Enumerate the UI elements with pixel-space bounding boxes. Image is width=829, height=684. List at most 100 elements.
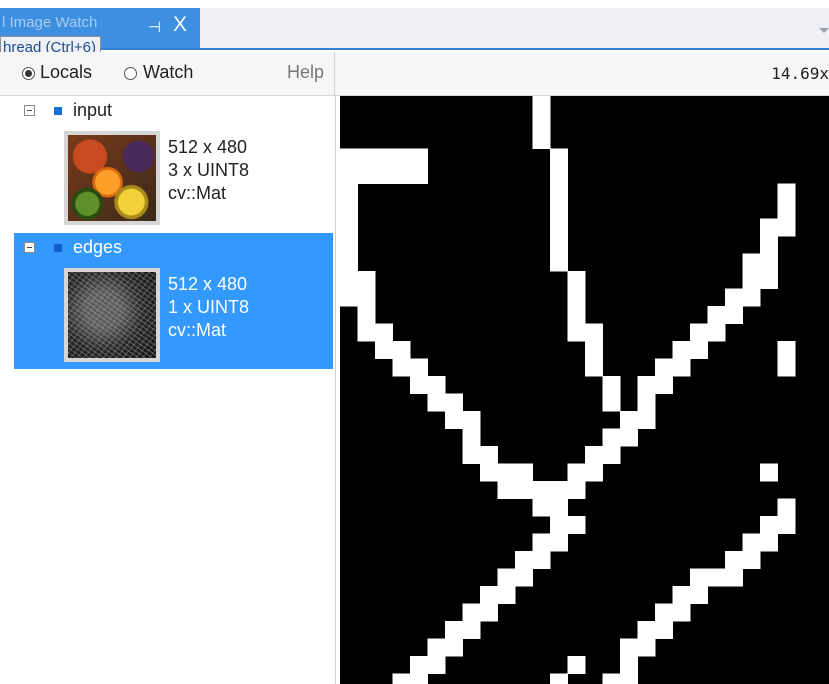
- item-type: 3 x UINT8: [168, 160, 250, 180]
- edge-pixel: [375, 166, 393, 184]
- item-name: input: [73, 100, 113, 120]
- edge-pixel: [760, 533, 778, 552]
- edge-pixel: [392, 673, 411, 684]
- chevron-down-icon[interactable]: [819, 28, 829, 33]
- edge-pixel: [375, 323, 393, 342]
- edge-pixel: [777, 341, 796, 359]
- edge-pixel: [637, 393, 656, 412]
- edge-pixel: [725, 568, 743, 587]
- locals-radio[interactable]: [22, 67, 35, 80]
- edge-pixel: [532, 551, 551, 569]
- edge-pixel: [445, 638, 463, 657]
- tab-bar: l Image Watch ⊣ X: [0, 8, 829, 50]
- edge-pixel: [532, 533, 551, 552]
- edge-pixel: [585, 446, 603, 464]
- edge-pixel: [480, 586, 498, 604]
- edge-pixel: [550, 533, 568, 552]
- edge-pixel: [585, 463, 603, 482]
- edge-pixel: [672, 358, 691, 377]
- edge-pixel: [462, 428, 481, 447]
- list-item-edges[interactable]: edges 512 x 480 1 x UINT8 cv::Mat: [14, 233, 333, 369]
- edge-pixel: [725, 551, 743, 569]
- edge-pixel: [742, 288, 761, 307]
- edge-pixel: [410, 166, 428, 184]
- edge-pixel: [462, 446, 481, 464]
- edge-pixel: [620, 428, 638, 447]
- edge-pixel: [550, 516, 568, 534]
- edge-pixel: [777, 218, 796, 237]
- edge-pixel: [567, 323, 586, 342]
- edge-pixel: [340, 288, 358, 307]
- edge-pixel: [357, 288, 376, 307]
- top-strip: [0, 0, 829, 8]
- edge-pixel: [445, 411, 463, 429]
- edge-pixel: [777, 201, 796, 219]
- watch-radio[interactable]: [124, 67, 137, 80]
- edge-pixel: [357, 166, 376, 184]
- edge-pixel: [655, 358, 673, 377]
- help-link[interactable]: Help: [287, 62, 324, 83]
- edge-pixel: [655, 603, 673, 622]
- thumbnail-edges[interactable]: [64, 268, 160, 362]
- edge-pixel: [357, 323, 376, 342]
- item-size: 512 x 480: [168, 274, 248, 294]
- edge-pixel: [567, 656, 586, 674]
- edge-pixel: [602, 376, 621, 394]
- close-icon[interactable]: X: [173, 14, 187, 36]
- edge-pixel: [760, 236, 778, 254]
- edge-pixel: [410, 656, 428, 674]
- edge-pixel: [777, 183, 796, 202]
- edge-pixel: [567, 288, 586, 307]
- edge-pixel: [585, 341, 603, 359]
- item-type: 1 x UINT8: [168, 297, 250, 317]
- edge-pixel: [462, 603, 481, 622]
- edge-pixel: [567, 306, 586, 324]
- edge-pixel: [532, 481, 551, 499]
- edge-pixel: [340, 201, 358, 219]
- edge-pixel: [742, 253, 761, 272]
- list-item-input[interactable]: input 512 x 480 3 x UINT8 cv::Mat: [14, 96, 333, 232]
- edge-pixel: [637, 411, 656, 429]
- edge-pixel: [585, 323, 603, 342]
- edge-pixel: [550, 236, 568, 254]
- edge-pixel: [340, 271, 358, 289]
- edge-pixel: [725, 288, 743, 307]
- edge-pixel: [760, 463, 778, 482]
- edge-pixel: [515, 463, 533, 482]
- color-swatch: [54, 244, 62, 252]
- edge-pixel: [760, 253, 778, 272]
- edge-pixel: [357, 271, 376, 289]
- edge-pixel: [375, 148, 393, 167]
- edge-pixel: [637, 638, 656, 657]
- edge-pixel: [480, 446, 498, 464]
- collapse-icon[interactable]: [24, 242, 35, 253]
- pixel-canvas: [340, 96, 796, 684]
- locals-label[interactable]: Locals: [40, 62, 92, 83]
- thumbnail-fruit[interactable]: [64, 131, 160, 225]
- edge-pixel: [462, 411, 481, 429]
- edge-pixel: [410, 673, 428, 684]
- pin-icon[interactable]: ⊣: [148, 18, 161, 36]
- edge-pixel: [690, 341, 708, 359]
- collapse-icon[interactable]: [24, 105, 35, 116]
- edge-pixel: [567, 463, 586, 482]
- edge-pixel: [462, 621, 481, 639]
- edge-pixel: [602, 393, 621, 412]
- edge-pixel: [550, 498, 568, 517]
- edge-pixel: [340, 236, 358, 254]
- edge-pixel: [375, 341, 393, 359]
- edge-pixel: [515, 551, 533, 569]
- image-viewer[interactable]: [340, 96, 829, 684]
- edge-pixel: [515, 568, 533, 587]
- watch-label[interactable]: Watch: [143, 62, 193, 83]
- edge-pixel: [515, 481, 533, 499]
- edge-pixel: [707, 568, 726, 587]
- edge-pixel: [690, 568, 708, 587]
- edge-pixel: [392, 166, 411, 184]
- edge-pixel: [357, 306, 376, 324]
- edge-pixel: [427, 656, 446, 674]
- edge-pixel: [427, 393, 446, 412]
- tab-title: l Image Watch: [2, 14, 98, 31]
- edge-pixel: [585, 358, 603, 377]
- edge-pixel: [777, 498, 796, 517]
